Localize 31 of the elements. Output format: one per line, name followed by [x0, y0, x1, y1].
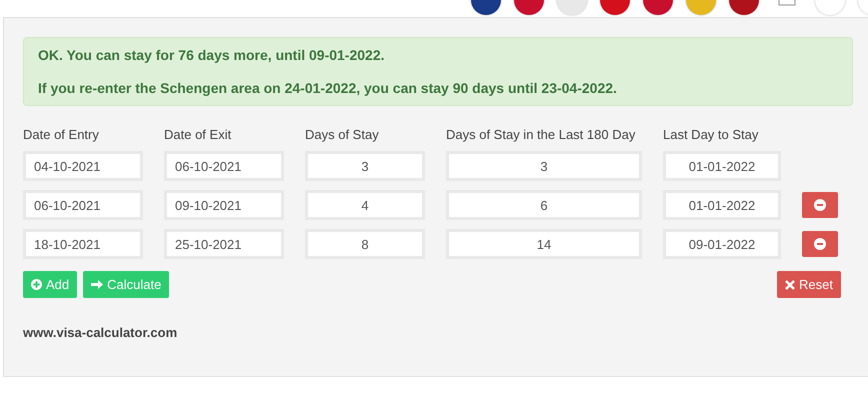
minus-circle-icon: [814, 199, 826, 211]
column-header: Days of Stay in the Last 180 Day: [446, 127, 636, 142]
days-180-field: 6: [446, 190, 642, 220]
website-url: www.visa-calculator.com: [23, 325, 178, 340]
exit-date-field[interactable]: 06-10-2021: [164, 151, 284, 181]
last-day-field: 09-01-2022: [663, 229, 781, 259]
days-180-field: 14: [446, 229, 642, 259]
last-day-field: 01-01-2022: [663, 190, 781, 220]
days-180-field: 3: [446, 151, 642, 181]
days-field: 8: [305, 229, 425, 259]
exit-date-field[interactable]: 09-10-2021: [164, 190, 284, 220]
exit-date-field[interactable]: 25-10-2021: [164, 229, 284, 259]
alert-text: If you re-enter the Schengen area on 24-01-2022, you can stay 90 days until 23-04-2022.: [38, 80, 618, 96]
days-field: 3: [305, 151, 425, 181]
arrow-right-icon: [91, 279, 104, 290]
close-icon: [785, 280, 796, 290]
minus-circle-icon: [814, 238, 826, 250]
remove-button[interactable]: [802, 231, 838, 257]
remove-button[interactable]: [802, 192, 838, 218]
entry-date-field[interactable]: 06-10-2021: [23, 190, 143, 220]
reset-button[interactable]: Reset: [777, 271, 841, 298]
column-header: Date of Entry: [23, 127, 99, 142]
entry-date-field[interactable]: 04-10-2021: [23, 151, 143, 181]
alert-text: OK. You can stay for 76 days more, until 09-01-2022.: [38, 47, 386, 63]
entry-date-field[interactable]: 18-10-2021: [23, 229, 143, 259]
column-header: Date of Exit: [164, 127, 232, 142]
column-header: Last Day to Stay: [663, 127, 758, 142]
last-day-field: 01-01-2022: [663, 151, 781, 181]
plus-circle-icon: [31, 279, 42, 290]
days-field: 4: [305, 190, 425, 220]
column-header: Days of Stay: [305, 127, 379, 142]
